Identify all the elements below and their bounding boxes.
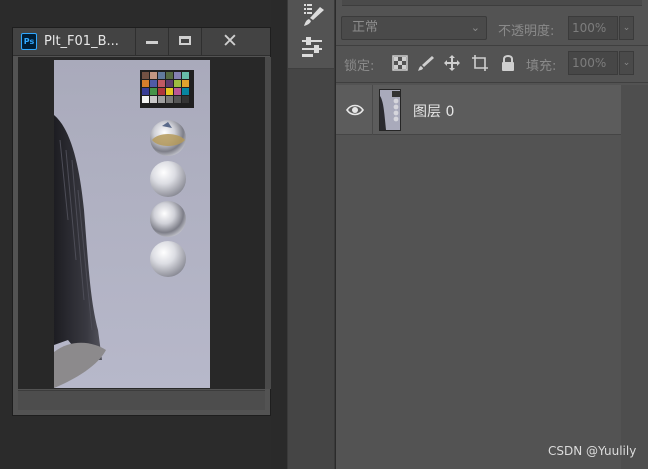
chrome-reference-ball (150, 120, 186, 156)
layer-row[interactable]: 图层 0 (336, 85, 621, 135)
blend-opacity-row: 正常 ⌄ 不透明度: 100% ⌄ (336, 13, 648, 43)
document-titlebar[interactable]: Ps Plt_F01_B... ✕ (13, 28, 270, 56)
chevron-down-icon: ⌄ (470, 21, 480, 34)
adjust-properties-button[interactable] (296, 34, 328, 62)
fill-dropdown-button[interactable]: ⌄ (619, 51, 634, 75)
document-window: Ps Plt_F01_B... ✕ (12, 27, 271, 416)
photoshop-logo-icon: Ps (21, 33, 37, 50)
lock-label: 锁定: (344, 59, 375, 74)
close-button[interactable]: ✕ (201, 28, 259, 56)
layer-name: 图层 0 (413, 104, 455, 120)
fill-input[interactable]: 100% (568, 51, 618, 75)
maximize-button[interactable] (168, 28, 200, 56)
layers-list-scroll-gutter[interactable] (621, 85, 648, 469)
fill-label: 填充: (526, 59, 557, 74)
layer-thumbnail-image (380, 91, 400, 130)
mirror-reference-ball (150, 201, 186, 237)
lock-fill-row: 锁定: 填充: 100% ⌄ (336, 48, 648, 78)
layers-panel-tabstrip (336, 0, 648, 10)
layers-list-empty-area (336, 135, 621, 469)
chevron-down-icon: ⌄ (622, 58, 631, 68)
document-artwork (54, 70, 194, 388)
brush-presets-button[interactable] (296, 2, 328, 30)
layer-filter-bar[interactable] (342, 0, 642, 6)
chevron-down-icon: ⌄ (622, 23, 631, 33)
opacity-input[interactable]: 100% (568, 16, 618, 40)
document-image (54, 60, 210, 388)
canvas-area[interactable] (18, 57, 265, 389)
lock-all-icon[interactable] (499, 54, 517, 72)
color-checker-chart (140, 70, 194, 108)
document-title: Plt_F01_B... (44, 34, 119, 49)
minimize-button[interactable] (135, 28, 167, 56)
blend-mode-value: 正常 (352, 20, 379, 35)
layer-visibility-toggle[interactable] (336, 85, 373, 135)
lock-position-icon[interactable] (443, 54, 461, 72)
eye-icon (346, 104, 364, 116)
lock-transparent-pixels-icon[interactable] (391, 54, 409, 72)
row-separator (336, 82, 648, 83)
opacity-dropdown-button[interactable]: ⌄ (619, 16, 634, 40)
shoulder-shape (54, 342, 106, 388)
blend-mode-select[interactable]: 正常 ⌄ (341, 16, 487, 40)
lock-artboard-icon[interactable] (471, 54, 489, 72)
horizontal-scrollbar[interactable] (18, 390, 265, 410)
row-separator (336, 45, 648, 46)
layer-thumbnail (379, 89, 401, 131)
gray-reference-ball (150, 161, 186, 197)
maximize-icon (179, 36, 191, 45)
adjust-properties-icon (302, 37, 322, 57)
lock-image-pixels-icon[interactable] (417, 54, 435, 72)
panel-toolbar (287, 0, 335, 469)
matte-reference-ball (150, 241, 186, 277)
toolbar-empty-area (288, 69, 334, 469)
workspace-gap (271, 0, 287, 469)
watermark-text: CSDN @Yuulily (548, 444, 637, 458)
close-icon: ✕ (222, 30, 238, 52)
minimize-icon (146, 41, 158, 44)
layers-panel: 正常 ⌄ 不透明度: 100% ⌄ 锁定: 填充: 100% ⌄ 图层 0 (336, 0, 648, 469)
opacity-label: 不透明度: (498, 24, 555, 39)
brush-presets-icon (304, 4, 324, 26)
